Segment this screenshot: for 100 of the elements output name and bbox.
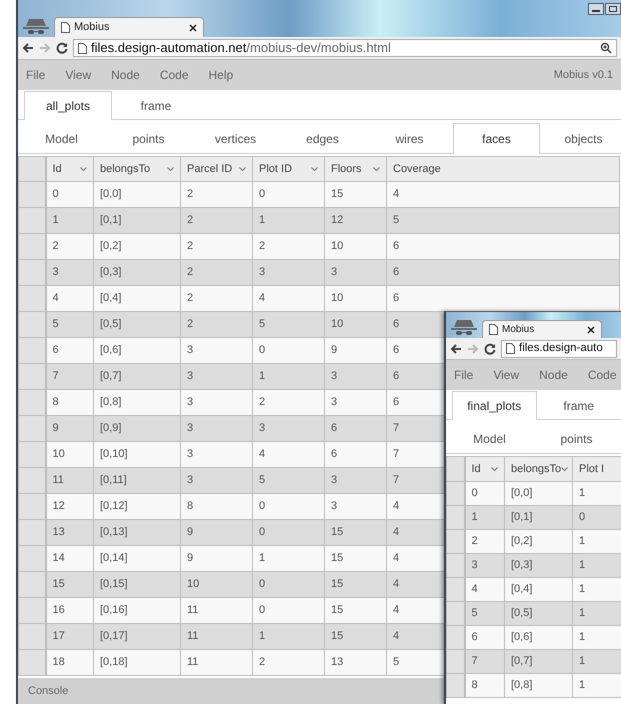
menu-item[interactable]: Node xyxy=(529,366,578,384)
row-header[interactable] xyxy=(446,506,464,530)
column-header[interactable]: Id xyxy=(464,456,504,482)
address-field[interactable]: files.design-auto xyxy=(501,340,617,358)
table-cell: 11 xyxy=(180,650,252,676)
table-cell: 0 xyxy=(464,482,504,506)
table-cell: 15 xyxy=(324,624,386,650)
row-header[interactable] xyxy=(18,520,46,546)
menu-item[interactable]: Code xyxy=(578,366,621,384)
row-header[interactable] xyxy=(446,650,464,674)
row-header[interactable] xyxy=(18,390,46,416)
menu-item[interactable]: Node xyxy=(101,66,150,84)
row-header[interactable] xyxy=(446,674,464,698)
forward-arrow-icon[interactable] xyxy=(467,342,479,354)
row-header[interactable] xyxy=(18,312,46,338)
menu-item[interactable]: File xyxy=(26,66,56,84)
close-icon[interactable] xyxy=(587,326,595,334)
table-cell: 0 xyxy=(572,506,621,530)
close-icon[interactable] xyxy=(189,24,197,32)
sheet-tab[interactable]: all_plots xyxy=(24,91,112,120)
row-header[interactable] xyxy=(18,598,46,624)
table-cell: 10 xyxy=(324,286,386,312)
page-icon xyxy=(78,42,87,54)
browser-tab[interactable]: Mobius xyxy=(54,17,204,37)
chevron-down-icon[interactable] xyxy=(561,466,568,472)
browser-tab[interactable]: Mobius xyxy=(482,320,602,338)
row-header[interactable] xyxy=(446,626,464,650)
table-cell: 14 xyxy=(46,546,94,572)
menu-item[interactable]: Help xyxy=(198,66,244,84)
menu-item[interactable]: File xyxy=(454,366,484,384)
menu-item[interactable]: View xyxy=(55,66,102,84)
chevron-down-icon[interactable] xyxy=(373,166,380,172)
column-title: Coverage xyxy=(393,162,441,177)
row-header[interactable] xyxy=(18,572,46,598)
row-header[interactable] xyxy=(18,650,46,676)
table-cell: [0,3] xyxy=(94,260,180,286)
back-arrow-icon[interactable] xyxy=(22,42,34,54)
table-cell: [0,13] xyxy=(94,520,180,546)
column-header[interactable]: Plot ID xyxy=(252,156,324,182)
address-field[interactable]: files.design-automation.net/mobius-dev/mobius.html xyxy=(73,39,617,57)
row-header[interactable] xyxy=(18,338,46,364)
reload-icon[interactable] xyxy=(484,342,496,354)
table-cell: 8 xyxy=(46,390,94,416)
sheet-tab[interactable]: final_plots xyxy=(452,391,536,420)
row-header[interactable] xyxy=(446,530,464,554)
table-cell: 11 xyxy=(180,624,252,650)
table-cell: [0,17] xyxy=(94,624,180,650)
row-header[interactable] xyxy=(446,578,464,602)
column-header[interactable]: Floors xyxy=(324,156,386,182)
reload-icon[interactable] xyxy=(56,42,68,54)
chevron-down-icon[interactable] xyxy=(311,166,318,172)
chevron-down-icon[interactable] xyxy=(491,466,498,472)
row-header[interactable] xyxy=(18,442,46,468)
row-header[interactable] xyxy=(18,364,46,390)
console-bar[interactable]: Console xyxy=(18,678,446,704)
table-cell: [0,3] xyxy=(504,554,572,578)
row-header[interactable] xyxy=(18,208,46,234)
table-cell: 5 xyxy=(252,312,324,338)
table-cell: 7 xyxy=(464,650,504,674)
column-header[interactable]: Id xyxy=(46,156,94,182)
column-header[interactable]: Parcel ID xyxy=(180,156,252,182)
table-cell: 4 xyxy=(252,442,324,468)
url-text: files.design-automation.net/mobius-dev/mobius.html xyxy=(91,40,391,56)
row-header[interactable] xyxy=(446,602,464,626)
row-header[interactable] xyxy=(18,624,46,650)
page-icon xyxy=(489,324,498,335)
table-cell: 0 xyxy=(252,338,324,364)
chevron-down-icon[interactable] xyxy=(167,166,174,172)
row-header[interactable] xyxy=(18,416,46,442)
row-header[interactable] xyxy=(18,182,46,208)
table-cell: [0,4] xyxy=(94,286,180,312)
row-header[interactable] xyxy=(446,554,464,578)
back-arrow-icon[interactable] xyxy=(450,342,462,354)
row-header[interactable] xyxy=(18,286,46,312)
column-header[interactable]: Plot I xyxy=(572,456,621,482)
row-header[interactable] xyxy=(18,260,46,286)
menu-item[interactable]: Code xyxy=(150,66,199,84)
table-cell: [0,9] xyxy=(94,416,180,442)
maximize-icon[interactable] xyxy=(605,3,621,15)
chevron-down-icon[interactable] xyxy=(239,166,246,172)
table-cell: 9 xyxy=(180,546,252,572)
table-cell: 3 xyxy=(180,364,252,390)
row-header[interactable] xyxy=(18,494,46,520)
corner-cell xyxy=(18,156,46,182)
table-cell: [0,2] xyxy=(504,530,572,554)
row-header[interactable] xyxy=(18,234,46,260)
minimize-icon[interactable] xyxy=(588,3,604,15)
row-header[interactable] xyxy=(446,482,464,506)
column-header[interactable]: Coverage xyxy=(386,156,620,182)
page-icon xyxy=(61,22,70,33)
forward-arrow-icon[interactable] xyxy=(39,42,51,54)
menu-item[interactable]: View xyxy=(483,366,530,384)
chevron-down-icon[interactable] xyxy=(80,166,87,172)
zoom-icon[interactable] xyxy=(600,42,612,54)
column-header[interactable]: belongsTo xyxy=(504,456,572,482)
column-header[interactable]: belongsTo xyxy=(94,156,180,182)
row-header[interactable] xyxy=(18,468,46,494)
table-cell: 3 xyxy=(180,390,252,416)
row-header[interactable] xyxy=(18,546,46,572)
entity-tab[interactable]: faces xyxy=(453,123,540,154)
